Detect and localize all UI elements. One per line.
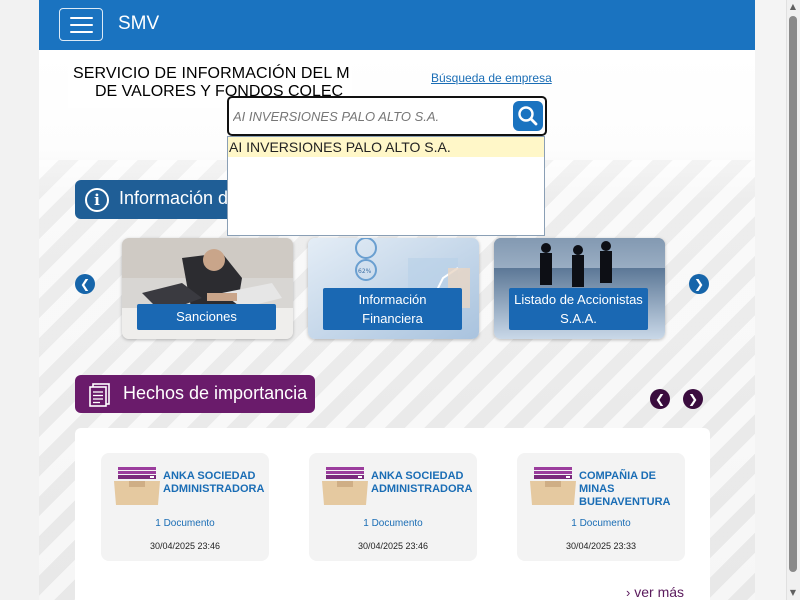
folder-icon [530, 467, 576, 505]
hechos-section-header: Hechos de importancia [75, 375, 315, 413]
hecho-date: 30/04/2025 23:46 [149, 541, 221, 551]
folder-icon [322, 467, 368, 505]
document-icon [89, 383, 110, 407]
hecho-document-count[interactable]: 1 Documento [309, 518, 477, 529]
page-title-line1: SERVICIO DE INFORMACIÓN DEL M [73, 65, 350, 82]
informacion-financiera-line2: Financiera [362, 311, 423, 326]
hecho-company-name: ANKA SOCIEDAD ADMINISTRADORA [371, 470, 473, 495]
company-search-box [227, 96, 547, 136]
hecho-company-name: ANKA SOCIEDAD ADMINISTRADORA [163, 470, 265, 495]
informacion-financiera-line1: Información [358, 292, 427, 307]
hecho-card[interactable]: ANKA SOCIEDAD ADMINISTRADORA 1 Documento… [101, 453, 269, 561]
ver-mas-label: ver más [634, 584, 685, 600]
company-search-input[interactable] [233, 106, 508, 126]
busqueda-empresa-link[interactable]: Búsqueda de empresa [431, 71, 552, 85]
search-button[interactable] [513, 101, 543, 131]
folder-icon [114, 467, 160, 505]
carousel-prev-button[interactable]: ❮ [75, 274, 95, 294]
hecho-card[interactable]: ANKA SOCIEDAD ADMINISTRADORA 1 Documento… [309, 453, 477, 561]
page: SMV SERVICIO DE INFORMACIÓN DEL M DE VAL… [0, 0, 800, 600]
carousel-next-button[interactable]: ❯ [689, 274, 709, 294]
scroll-up-arrow-icon[interactable]: ▲ [787, 2, 799, 12]
menu-button[interactable] [59, 8, 103, 41]
informacion-financiera-label: Información Financiera [323, 288, 462, 330]
hecho-date: 30/04/2025 23:33 [565, 541, 637, 551]
hechos-next-button[interactable]: ❯ [683, 389, 703, 409]
info-icon: i [85, 188, 109, 212]
hechos-prev-button[interactable]: ❮ [650, 389, 670, 409]
listado-accionistas-line2: S.A.A. [560, 311, 597, 326]
chevron-right-icon: › [626, 585, 631, 600]
main-content: SERVICIO DE INFORMACIÓN DEL M DE VALORES… [39, 50, 755, 600]
scrollbar-thumb[interactable] [789, 16, 797, 572]
menu-icon-bar [70, 31, 93, 33]
autocomplete-list: AI INVERSIONES PALO ALTO S.A. [227, 136, 545, 236]
brand-name[interactable]: SMV [118, 13, 159, 35]
sanciones-card[interactable]: Sanciones [122, 238, 293, 339]
menu-icon-bar [70, 24, 93, 26]
scroll-down-arrow-icon[interactable]: ▼ [787, 588, 799, 598]
hechos-panel: ANKA SOCIEDAD ADMINISTRADORA 1 Documento… [75, 428, 710, 600]
hechos-section-title: Hechos de importancia [123, 383, 308, 403]
menu-icon-bar [70, 17, 93, 19]
informacion-financiera-card[interactable]: 62% Información Financiera [308, 238, 479, 339]
autocomplete-item[interactable]: AI INVERSIONES PALO ALTO S.A. [228, 137, 544, 157]
search-icon [518, 106, 538, 126]
hecho-date: 30/04/2025 23:46 [357, 541, 429, 551]
hecho-document-count[interactable]: 1 Documento [517, 518, 685, 529]
top-navbar: SMV [39, 0, 786, 50]
informacion-section-title: Información de [119, 188, 239, 208]
hecho-document-count[interactable]: 1 Documento [101, 518, 269, 529]
listado-accionistas-line1: Listado de Accionistas [514, 292, 643, 307]
svg-text:62%: 62% [358, 268, 372, 275]
listado-accionistas-card[interactable]: Listado de Accionistas S.A.A. [494, 238, 665, 339]
hecho-card[interactable]: COMPAÑIA DE MINAS BUENAVENTURA 1 Documen… [517, 453, 685, 561]
hecho-company-name: COMPAÑIA DE MINAS BUENAVENTURA [579, 470, 671, 508]
sanciones-label: Sanciones [137, 304, 276, 330]
ver-mas-link[interactable]: › ver más [626, 584, 684, 600]
right-margin [755, 0, 786, 600]
left-margin [0, 0, 39, 600]
listado-accionistas-label: Listado de Accionistas S.A.A. [509, 288, 648, 330]
